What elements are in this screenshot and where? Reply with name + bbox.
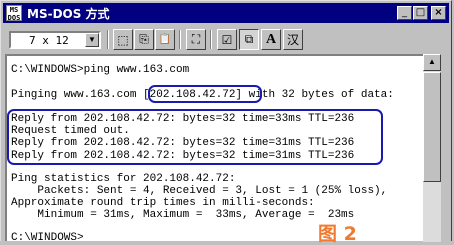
toolbar-separator bbox=[210, 30, 212, 49]
mark-icon: ⬚ bbox=[117, 32, 129, 47]
console-line: Packets: Sent = 4, Received = 3, Lost = … bbox=[11, 185, 388, 197]
title-bar[interactable]: MS DOS MS-DOS 方式 _ □ × bbox=[3, 3, 449, 23]
properties-button[interactable]: ☑ bbox=[217, 29, 237, 50]
properties-icon: ☑ bbox=[221, 32, 233, 47]
msdos-app-icon[interactable]: MS DOS bbox=[6, 5, 22, 21]
toolbar-separator bbox=[179, 30, 181, 49]
ime-icon: 汉 bbox=[286, 33, 299, 47]
scroll-thumb[interactable] bbox=[423, 72, 441, 182]
console-line: Approximate round trip times in milli-se… bbox=[11, 197, 315, 209]
window-title: MS-DOS 方式 bbox=[27, 7, 110, 21]
toolbar: 7 x 12 ▼ ⬚ ⎘ 📋 ⛶ ☑ ⧉ A 汉 bbox=[3, 25, 449, 53]
copy-icon: ⎘ bbox=[139, 32, 149, 46]
console-line: Ping statistics for 202.108.42.72: bbox=[11, 173, 236, 185]
background-button[interactable]: ⧉ bbox=[239, 29, 259, 50]
mark-button[interactable]: ⬚ bbox=[113, 29, 133, 50]
chevron-down-icon[interactable]: ▼ bbox=[85, 33, 99, 47]
figure-label: 图 2 bbox=[318, 223, 357, 245]
vertical-scrollbar[interactable]: ▲ bbox=[423, 54, 441, 242]
toolbar-separator bbox=[107, 30, 109, 49]
console-output[interactable]: C:\WINDOWS>ping www.163.com Pinging www.… bbox=[5, 54, 423, 241]
window-controls: _ □ × bbox=[396, 6, 446, 20]
maximize-button[interactable]: □ bbox=[413, 6, 428, 20]
close-button[interactable]: × bbox=[431, 6, 446, 20]
font-button[interactable]: A bbox=[261, 29, 281, 50]
console-line: Minimum = 31ms, Maximum = 33ms, Average … bbox=[11, 209, 355, 221]
copy-button[interactable]: ⎘ bbox=[134, 29, 154, 50]
replies-highlight-box bbox=[7, 109, 383, 165]
console-line: C:\WINDOWS>ping www.163.com bbox=[11, 64, 190, 76]
console-line: C:\WINDOWS> bbox=[11, 232, 84, 241]
background-icon: ⧉ bbox=[244, 32, 254, 46]
ip-highlight-box bbox=[148, 85, 262, 103]
paste-button[interactable]: 📋 bbox=[155, 29, 175, 50]
ime-button[interactable]: 汉 bbox=[283, 29, 303, 50]
msdos-window: MS DOS MS-DOS 方式 _ □ × 7 x 12 ▼ ⬚ ⎘ 📋 ⛶ … bbox=[0, 0, 452, 242]
scroll-up-arrow-icon[interactable]: ▲ bbox=[423, 54, 441, 71]
font-size-value: 7 x 12 bbox=[29, 34, 69, 47]
font-icon: A bbox=[265, 31, 277, 47]
fullscreen-button[interactable]: ⛶ bbox=[186, 29, 206, 50]
font-size-select[interactable]: 7 x 12 ▼ bbox=[9, 31, 101, 49]
paste-icon: 📋 bbox=[158, 34, 172, 45]
minimize-button[interactable]: _ bbox=[397, 6, 412, 20]
fullscreen-icon: ⛶ bbox=[191, 32, 201, 46]
